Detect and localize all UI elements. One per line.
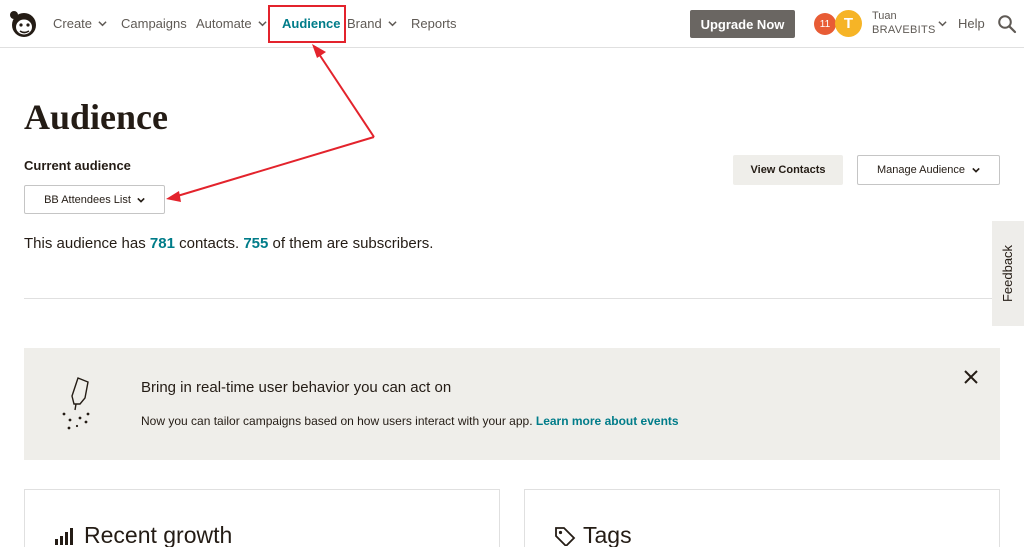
upgrade-now-button[interactable]: Upgrade Now [690, 10, 795, 38]
annotation-arrow-to-nav [312, 44, 375, 138]
feedback-label: Feedback [1000, 244, 1016, 303]
banner-text: Now you can tailor campaigns based on ho… [141, 414, 679, 428]
subscribers-count[interactable]: 755 [243, 235, 268, 252]
manage-audience-label: Manage Audience [876, 164, 966, 176]
nav-campaigns[interactable]: Campaigns [121, 16, 187, 31]
page-title: Audience [24, 97, 168, 137]
account-menu[interactable]: Tuan BRAVEBITS [872, 9, 936, 37]
nav-campaigns-label: Campaigns [121, 16, 187, 31]
nav-create[interactable]: Create [53, 16, 107, 31]
banner-title: Bring in real-time user behavior you can… [141, 379, 452, 396]
chevron-down-icon[interactable] [938, 19, 947, 28]
chevron-down-icon [388, 21, 397, 27]
chevron-down-icon [137, 197, 145, 203]
search-icon[interactable] [997, 14, 1017, 34]
user-name: Tuan [872, 10, 897, 22]
tags-title: Tags [583, 522, 632, 547]
tag-icon [555, 527, 576, 546]
help-link[interactable]: Help [958, 16, 985, 31]
summary-suffix: of them are subscribers. [268, 235, 434, 252]
learn-more-events-link[interactable]: Learn more about events [536, 414, 679, 428]
nav-automate[interactable]: Automate [196, 16, 267, 31]
current-audience-label: Current audience [24, 158, 131, 173]
nav-reports-label: Reports [411, 16, 457, 31]
contacts-count[interactable]: 781 [150, 235, 175, 252]
nav-brand[interactable]: Brand [347, 16, 397, 31]
top-navigation: Create Campaigns Automate Audience Brand… [0, 0, 1024, 48]
tags-card: Tags [524, 489, 1000, 547]
divider [24, 298, 1000, 299]
notification-badge[interactable]: 11 [814, 13, 836, 35]
manage-audience-button[interactable]: Manage Audience [857, 155, 1000, 185]
bar-chart-icon [55, 528, 73, 545]
audience-dropdown-value: BB Attendees List [44, 193, 131, 206]
annotation-arrows [166, 44, 375, 202]
mailchimp-logo-icon[interactable] [8, 7, 40, 39]
account-name: BRAVEBITS [872, 24, 936, 36]
annotation-arrow-to-dropdown [166, 136, 375, 202]
chevron-down-icon [258, 21, 267, 27]
audience-dropdown[interactable]: BB Attendees List [24, 185, 165, 214]
summary-prefix: This audience has [24, 235, 150, 252]
close-icon[interactable] [962, 368, 980, 386]
summary-mid: contacts. [174, 235, 244, 252]
feedback-tab[interactable]: Feedback [992, 221, 1024, 326]
chevron-down-icon [972, 167, 980, 173]
nav-automate-label: Automate [196, 16, 252, 31]
nav-create-label: Create [53, 16, 93, 31]
recent-growth-title: Recent growth [84, 522, 233, 547]
chevron-down-icon [98, 21, 107, 27]
avatar[interactable]: T [835, 10, 862, 37]
audience-summary: This audience has 781 contacts. 755 of t… [24, 235, 433, 252]
pointing-hand-icon [62, 377, 90, 430]
banner-description: Now you can tailor campaigns based on ho… [141, 414, 536, 428]
recent-growth-card: Recent growth [24, 489, 500, 547]
annotation-highlight-box [268, 5, 346, 43]
view-contacts-button[interactable]: View Contacts [733, 155, 843, 185]
events-banner: Bring in real-time user behavior you can… [24, 348, 1000, 460]
nav-brand-label: Brand [347, 16, 382, 31]
nav-reports[interactable]: Reports [411, 16, 457, 31]
